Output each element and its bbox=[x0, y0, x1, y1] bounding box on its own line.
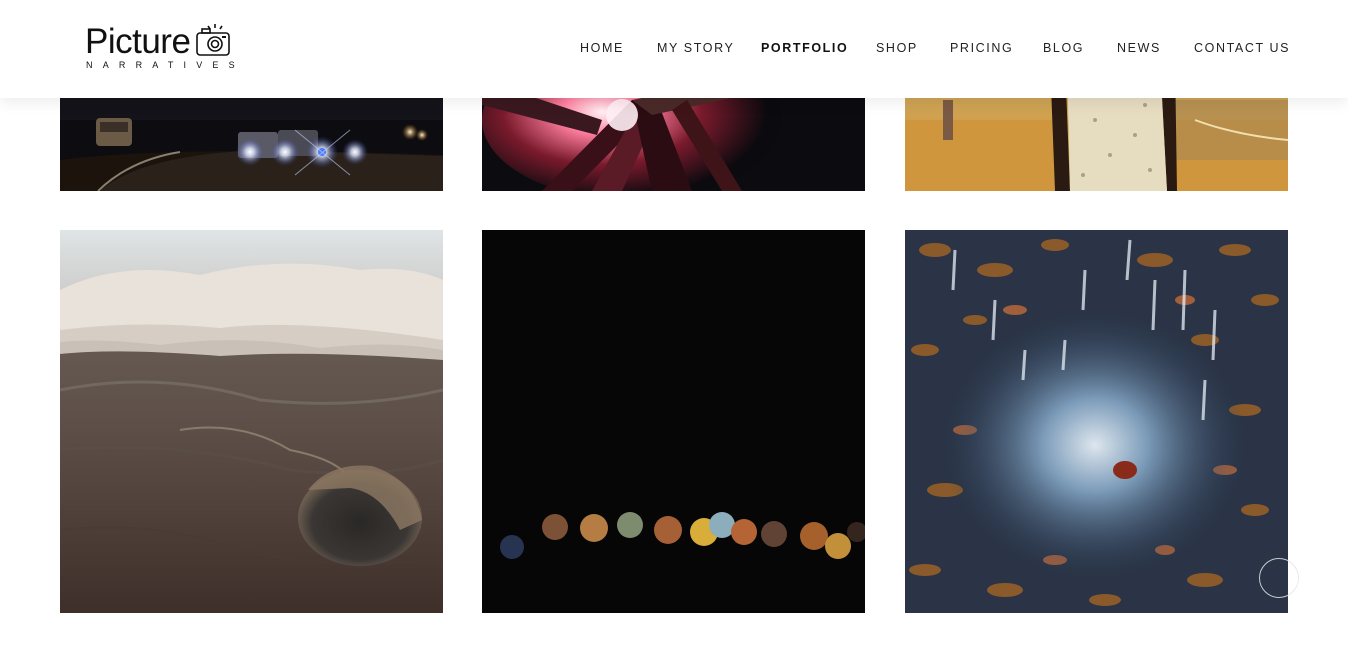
nav-item-pricing[interactable]: PRICING bbox=[950, 38, 1013, 58]
site-header: Picture NARRATIVES HOME MY STORY PORTFOL… bbox=[0, 0, 1348, 98]
nav-item-blog[interactable]: BLOG bbox=[1043, 38, 1084, 58]
main-nav: HOME MY STORY PORTFOLIO SHOP PRICING BLO… bbox=[0, 38, 1348, 58]
gallery-photo-aerial-crater[interactable] bbox=[60, 230, 443, 613]
nav-item-portfolio[interactable]: PORTFOLIO bbox=[761, 38, 848, 58]
logo-tagline: NARRATIVES bbox=[86, 60, 245, 70]
rain-splash-image bbox=[905, 230, 1288, 613]
nav-item-my-story[interactable]: MY STORY bbox=[657, 38, 734, 58]
aerial-crater-image bbox=[60, 230, 443, 613]
nav-item-news[interactable]: NEWS bbox=[1117, 38, 1161, 58]
nav-item-contact-us[interactable]: CONTACT US bbox=[1194, 38, 1290, 58]
gallery-photo-rain-splash[interactable] bbox=[905, 230, 1288, 613]
bokeh-image bbox=[482, 230, 865, 613]
scroll-to-top-button[interactable] bbox=[1259, 558, 1299, 598]
nav-item-shop[interactable]: SHOP bbox=[876, 38, 918, 58]
nav-item-home[interactable]: HOME bbox=[580, 38, 624, 58]
gallery-photo-bokeh[interactable] bbox=[482, 230, 865, 613]
